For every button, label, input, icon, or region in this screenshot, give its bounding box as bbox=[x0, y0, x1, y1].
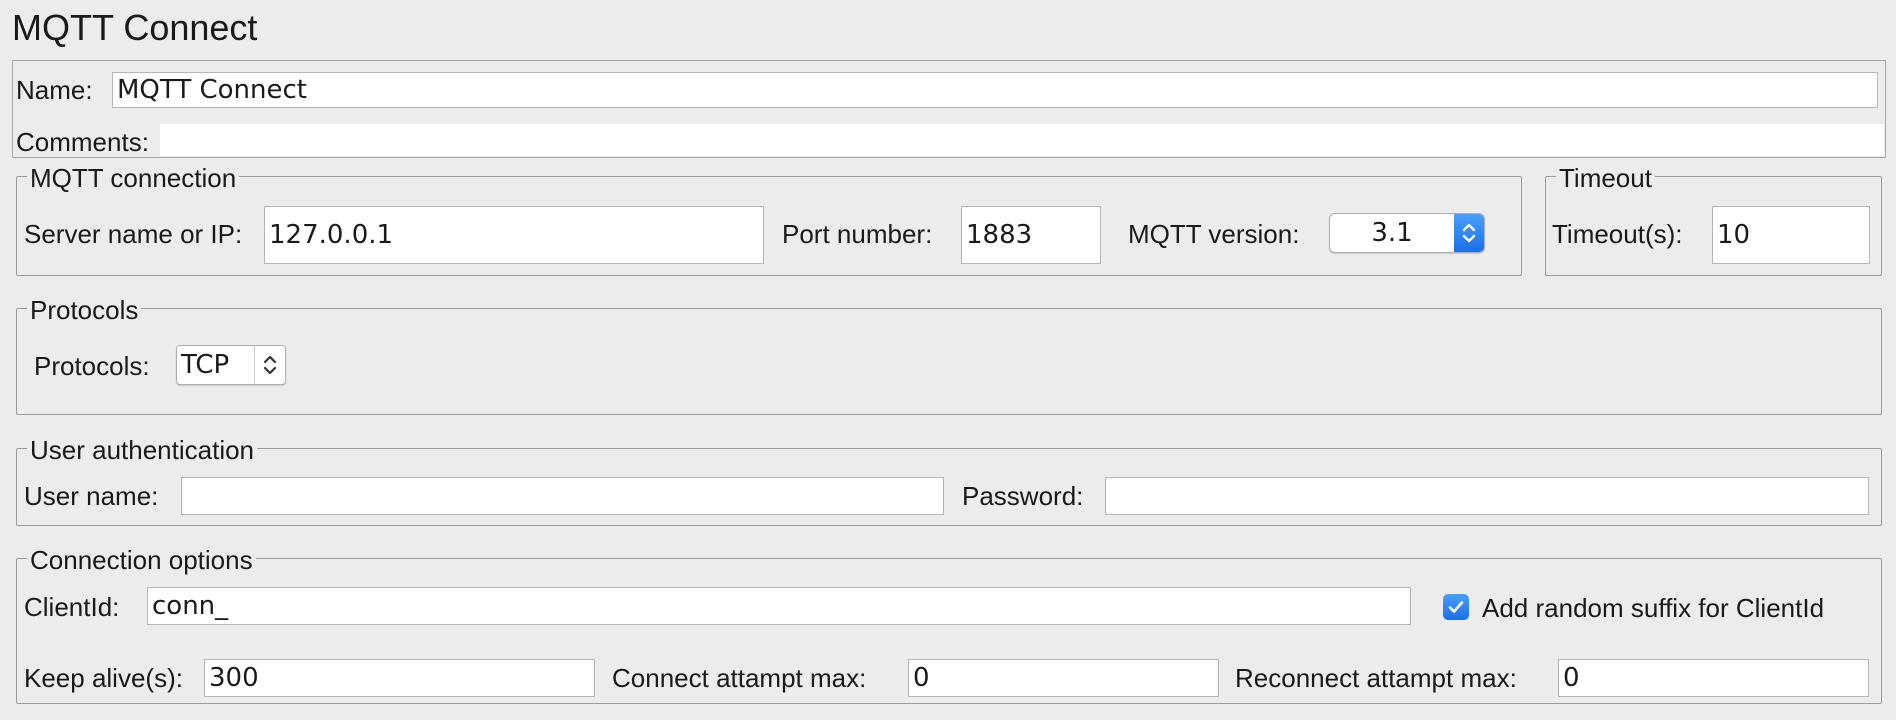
comments-field[interactable] bbox=[160, 124, 1884, 156]
mqtt-version-value: 3.1 bbox=[1371, 218, 1413, 248]
server-field[interactable]: 127.0.0.1 bbox=[264, 206, 764, 264]
protocols-value: TCP bbox=[181, 350, 230, 380]
password-label: Password: bbox=[962, 481, 1084, 511]
reconnect-max-label: Reconnect attampt max: bbox=[1235, 663, 1517, 693]
timeout-label: Timeout(s): bbox=[1552, 219, 1683, 249]
checkmark-icon bbox=[1448, 601, 1464, 613]
clientid-label: ClientId: bbox=[24, 592, 120, 622]
page-title: MQTT Connect bbox=[12, 7, 258, 48]
password-field[interactable] bbox=[1105, 477, 1869, 515]
timeout-legend: Timeout bbox=[1556, 163, 1655, 193]
name-field[interactable]: MQTT Connect bbox=[112, 72, 1878, 108]
protocols-legend: Protocols bbox=[27, 295, 142, 325]
port-field[interactable]: 1883 bbox=[961, 206, 1101, 264]
timeout-field[interactable]: 10 bbox=[1712, 206, 1870, 264]
port-label: Port number: bbox=[782, 219, 933, 249]
connect-max-label: Connect attampt max: bbox=[612, 663, 867, 693]
keepalive-label: Keep alive(s): bbox=[24, 663, 183, 693]
clientid-field[interactable]: conn_ bbox=[147, 587, 1411, 625]
updown-chevron-icon bbox=[254, 346, 285, 384]
updown-chevron-icon bbox=[1454, 214, 1484, 252]
reconnect-max-field[interactable]: 0 bbox=[1558, 659, 1869, 697]
keepalive-field[interactable]: 300 bbox=[204, 659, 595, 697]
user-auth-legend: User authentication bbox=[27, 435, 258, 465]
mqtt-connection-legend: MQTT connection bbox=[27, 163, 240, 193]
random-suffix-label[interactable]: Add random suffix for ClientId bbox=[1482, 592, 1824, 624]
comments-label: Comments: bbox=[16, 127, 149, 157]
username-field[interactable] bbox=[181, 477, 944, 515]
protocols-group bbox=[16, 308, 1882, 415]
server-label: Server name or IP: bbox=[24, 219, 243, 249]
name-label: Name: bbox=[16, 75, 93, 105]
mqtt-version-select[interactable]: 3.1 bbox=[1329, 213, 1485, 253]
random-suffix-checkbox[interactable] bbox=[1443, 594, 1469, 620]
mqtt-version-label: MQTT version: bbox=[1128, 219, 1300, 249]
connection-options-legend: Connection options bbox=[27, 545, 256, 575]
connect-max-field[interactable]: 0 bbox=[908, 659, 1219, 697]
username-label: User name: bbox=[24, 481, 159, 511]
protocols-label: Protocols: bbox=[34, 351, 150, 381]
mqtt-connect-panel: MQTT Connect Name: MQTT Connect Comments… bbox=[0, 0, 1896, 720]
protocols-select[interactable]: TCP bbox=[176, 345, 286, 385]
